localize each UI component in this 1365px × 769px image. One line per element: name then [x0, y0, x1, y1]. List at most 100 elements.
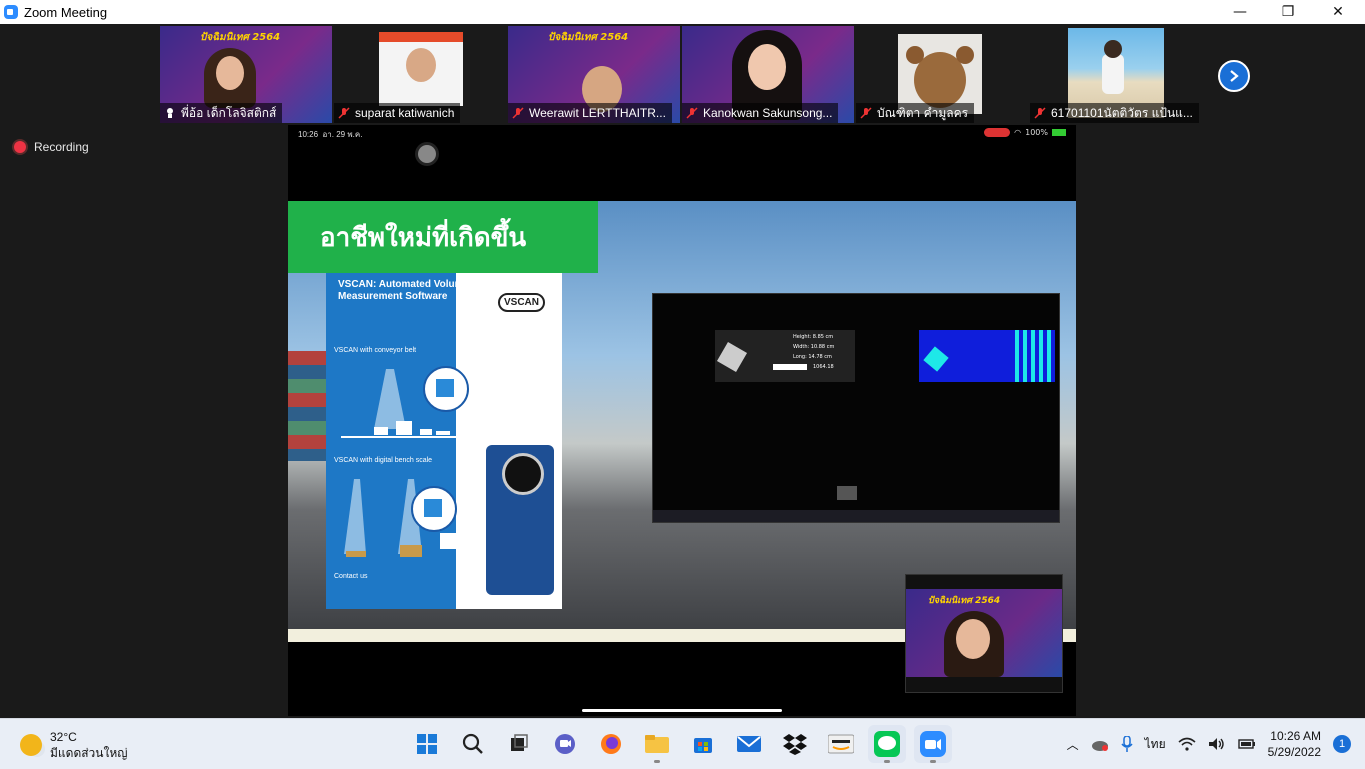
person-face: [748, 44, 786, 90]
participant-tile[interactable]: ปัจฉิมนิเทศ 2564 Weerawit LERTTHAITR...: [508, 26, 680, 123]
search-icon: [462, 733, 483, 754]
participant-tile[interactable]: 61701101นัตติวัตร แป้นแ...: [1030, 26, 1202, 123]
restore-button[interactable]: ❐: [1265, 0, 1311, 24]
pip-video-feed: ปัจฉิมนิเทศ 2564: [906, 589, 1062, 677]
banner-text: ปัจฉิมนิเทศ 2564: [548, 32, 629, 43]
mic-muted-icon: [686, 107, 698, 119]
close-button[interactable]: ✕: [1315, 0, 1361, 24]
store-button[interactable]: [684, 725, 722, 763]
weather-sun-icon: [20, 734, 42, 756]
person-head: [1104, 40, 1122, 58]
file-explorer-button[interactable]: [638, 725, 676, 763]
participant-strip: ปัจฉิมนิเทศ 2564 พี่อ้อ เด็กโลจิสติกส์ s…: [160, 26, 1204, 125]
contact-label: Contact us: [334, 573, 368, 580]
amazon-icon: [828, 734, 854, 754]
product-spec-panel: [486, 445, 554, 595]
zoom-icon: [920, 731, 946, 757]
wifi-icon[interactable]: [1178, 737, 1196, 751]
participant-name-bar: Kanokwan Sakunsong...: [682, 103, 839, 123]
shared-screen[interactable]: 10:26 อา. 29 พ.ค. ◠ 100% อาชีพใหม่ที่เกิ…: [288, 125, 1076, 716]
measure-width: Width: 10.88 cm: [793, 344, 835, 350]
shipping-containers: [288, 351, 328, 461]
line-button[interactable]: [868, 725, 906, 763]
brochure-title: VSCAN: Automated Volume Measurement Soft…: [338, 279, 469, 303]
person-face: [216, 56, 244, 90]
onedrive-icon[interactable]: [1091, 737, 1109, 751]
windows-taskbar: 32°C มีแดดส่วนใหญ่ ︿ ไทย 10:26 AM 5/29/2…: [0, 718, 1365, 769]
battery-icon: [1052, 129, 1066, 136]
amazon-button[interactable]: [822, 725, 860, 763]
teddy-ear: [956, 46, 974, 64]
mail-button[interactable]: [730, 725, 768, 763]
person-face: [956, 619, 990, 659]
vscan-logo: VSCAN: [498, 293, 546, 312]
conveyor-diagram: [341, 366, 482, 438]
battery-icon[interactable]: [1237, 737, 1256, 751]
participant-tile[interactable]: บัณฑิตา คำมูลคร: [856, 26, 1028, 123]
participant-name-bar: บัณฑิตา คำมูลคร: [856, 103, 975, 123]
pip-banner-text: ปัจฉิมนิเทศ 2564: [928, 596, 1001, 606]
phone-time: 10:26: [298, 130, 319, 139]
phone-status-left: 10:26 อา. 29 พ.ค.: [298, 128, 362, 141]
firefox-button[interactable]: [592, 725, 630, 763]
participant-name: Weerawit LERTTHAITR...: [529, 106, 666, 120]
depth-view-panel: [919, 330, 1055, 382]
brochure-title-line2: Measurement Software: [338, 291, 448, 302]
monitor-thumbnail: [837, 486, 857, 500]
person-face: [406, 48, 436, 82]
chat-button[interactable]: [546, 725, 584, 763]
teddy-ear: [906, 46, 924, 64]
input-language[interactable]: ไทย: [1145, 735, 1166, 754]
microphone-icon[interactable]: [1121, 736, 1133, 752]
taskbar-apps: [408, 725, 952, 763]
title-bar: Zoom Meeting — ❐ ✕: [0, 0, 1365, 24]
participant-tile[interactable]: suparat katiwanich: [334, 26, 506, 123]
self-view-pip[interactable]: ปัจฉิมนิเทศ 2564: [905, 574, 1063, 693]
bench-scale-diagram: [344, 479, 464, 557]
notification-badge[interactable]: 1: [1333, 735, 1351, 753]
participant-name-bar: 61701101นัตติวัตร แป้นแ...: [1030, 103, 1199, 123]
recording-label: Recording: [34, 140, 89, 154]
windows-logo-icon: [417, 734, 437, 754]
participant-name: 61701101นัตติวัตร แป้นแ...: [1051, 105, 1193, 120]
conveyor-label: VSCAN with conveyor belt: [334, 347, 417, 354]
zoom-button[interactable]: [914, 725, 952, 763]
recording-indicator[interactable]: Recording: [14, 140, 89, 154]
show-hidden-icons-chevron-icon[interactable]: ︿: [1067, 736, 1079, 753]
depth-noise: [1015, 330, 1055, 382]
minimize-button[interactable]: —: [1217, 0, 1263, 24]
task-view-button[interactable]: [500, 725, 538, 763]
participant-tile[interactable]: Kanokwan Sakunsong...: [682, 26, 854, 123]
vscan-monitor-screen: Height: 8.85 cm Width: 10.88 cm Long: 14…: [652, 293, 1060, 523]
weather-temperature: 32°C: [50, 730, 77, 744]
zoom-app-icon: [4, 5, 18, 19]
participant-name: Kanokwan Sakunsong...: [703, 106, 833, 120]
participant-tile[interactable]: ปัจฉิมนิเทศ 2564 พี่อ้อ เด็กโลจิสติกส์: [160, 26, 332, 123]
participant-name-bar: suparat katiwanich: [334, 103, 461, 123]
participant-name: บัณฑิตา คำมูลคร: [877, 105, 969, 120]
store-icon: [694, 738, 712, 753]
clock-date: 5/29/2022: [1267, 745, 1321, 759]
volume-icon[interactable]: [1208, 737, 1226, 751]
start-button[interactable]: [408, 725, 446, 763]
participant-name: suparat katiwanich: [355, 106, 455, 120]
measure-volume: 1064.18: [813, 364, 834, 370]
mic-muted-icon: [860, 107, 872, 119]
phone-date: อา. 29 พ.ค.: [322, 130, 363, 139]
clock-time: 10:26 AM: [1270, 729, 1321, 743]
next-page-button[interactable]: [1218, 60, 1250, 92]
profile-photo-band: [379, 32, 463, 42]
participant-name-bar: พี่อ้อ เด็กโลจิสติกส์: [160, 103, 283, 123]
record-icon: [14, 141, 26, 153]
dropbox-icon: [783, 734, 807, 755]
search-button[interactable]: [454, 725, 492, 763]
weather-condition: มีแดดส่วนใหญ่: [50, 746, 128, 760]
chevron-right-icon: [1230, 70, 1239, 82]
weather-widget[interactable]: 32°C มีแดดส่วนใหญ่: [20, 729, 128, 761]
mail-icon: [737, 736, 761, 752]
clock[interactable]: 10:26 AM 5/29/2022: [1268, 728, 1321, 760]
dropbox-button[interactable]: [776, 725, 814, 763]
mic-muted-icon: [338, 107, 350, 119]
measure-height: Height: 8.85 cm: [793, 334, 834, 340]
camera-icon: [418, 145, 436, 163]
